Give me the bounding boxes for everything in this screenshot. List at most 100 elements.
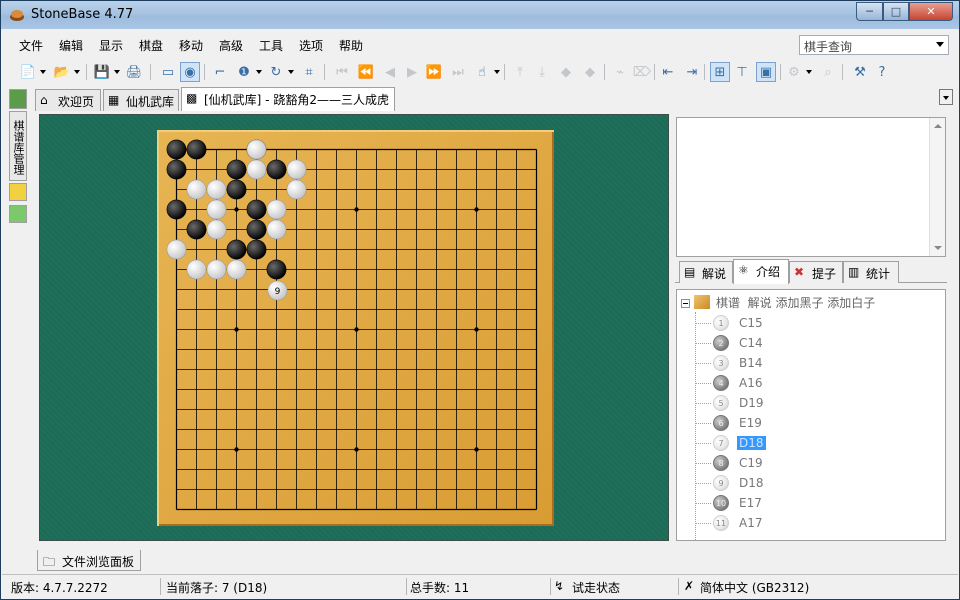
black-stone[interactable] — [186, 139, 207, 160]
black-stone[interactable] — [266, 259, 287, 280]
prev-variation-icon[interactable]: ⤒ — [510, 62, 530, 82]
window-icon[interactable]: ▭ — [158, 62, 178, 82]
close-button[interactable]: ✕ — [909, 2, 953, 21]
back-ten-icon[interactable]: ⏪ — [356, 62, 376, 82]
tree-move-item[interactable]: 11 A17 — [696, 514, 913, 532]
tab-welcome[interactable]: ⌂ 欢迎页 — [35, 89, 101, 111]
board-grid[interactable]: 9 — [157, 130, 554, 526]
black-stone[interactable] — [246, 199, 267, 220]
menu-board[interactable]: 棋盘 — [139, 37, 163, 54]
settings-icon[interactable]: ⚒ — [850, 62, 870, 82]
menu-help[interactable]: 帮助 — [339, 37, 363, 54]
black-stone[interactable] — [226, 179, 247, 200]
move-number-icon[interactable]: ❶ — [234, 62, 254, 82]
tabs-dropdown-button[interactable] — [939, 89, 953, 105]
title-bar[interactable]: StoneBase 4.77 ─ □ ✕ — [1, 1, 959, 29]
menu-options[interactable]: 选项 — [299, 37, 323, 54]
tree-root[interactable]: 棋谱 解说 添加黑子 添加白子 — [681, 294, 875, 312]
tab-database[interactable]: ▦ 仙机武库 — [103, 89, 179, 111]
tab-comment[interactable]: ▤ 解说 — [679, 261, 733, 283]
hand-dropdown-icon[interactable] — [494, 70, 500, 74]
black-stone[interactable] — [186, 219, 207, 240]
print-icon[interactable]: 🖨 — [124, 62, 144, 82]
tree-move-item[interactable]: 2 C14 — [696, 334, 913, 352]
next-variation-icon[interactable]: ⤓ — [532, 62, 552, 82]
new-file-icon[interactable]: 📄 — [18, 62, 38, 82]
black-stone[interactable] — [166, 139, 187, 160]
tab-stats[interactable]: ▥ 统计 — [843, 261, 899, 283]
black-stone[interactable] — [226, 159, 247, 180]
white-stone[interactable] — [226, 259, 247, 280]
open-dropdown-icon[interactable] — [74, 70, 80, 74]
tree-root-actions[interactable]: 解说 添加黑子 添加白子 — [748, 296, 876, 310]
tab-info[interactable]: ⚛ 介绍 — [733, 259, 789, 284]
black-stone[interactable] — [166, 199, 187, 220]
black-stone[interactable] — [246, 239, 267, 260]
white-stone[interactable] — [206, 199, 227, 220]
save-icon[interactable]: 💾 — [92, 62, 112, 82]
menu-move[interactable]: 移动 — [179, 37, 203, 54]
tab-game[interactable]: ▩ [仙机武库] - 跷豁角2——三人成虎 — [181, 87, 395, 111]
black-stone[interactable] — [166, 159, 187, 180]
white-stone[interactable] — [186, 179, 207, 200]
open-folder-icon[interactable]: 📂 — [52, 62, 72, 82]
library-manager-tab[interactable]: 棋谱库管理 — [9, 111, 27, 181]
menu-view[interactable]: 显示 — [99, 37, 123, 54]
black-stone[interactable] — [266, 159, 287, 180]
folder-icon[interactable] — [9, 183, 27, 201]
comment-scrollbar[interactable] — [929, 118, 945, 256]
delete-node-icon[interactable]: ⌦ — [632, 62, 652, 82]
forward-ten-icon[interactable]: ⏩ — [424, 62, 444, 82]
tree-view-icon[interactable]: ⊞ — [710, 62, 730, 82]
stone-display-icon[interactable]: ◉ — [180, 62, 200, 82]
hand-icon[interactable]: ☝ — [472, 62, 492, 82]
new-dropdown-icon[interactable] — [40, 70, 46, 74]
minimize-button[interactable]: ─ — [856, 2, 883, 21]
white-stone[interactable] — [186, 259, 207, 280]
file-browser-tab[interactable]: 🗀 文件浏览面板 — [37, 550, 142, 571]
tree-move-item[interactable]: 5 D19 — [696, 394, 913, 412]
tree-move-item[interactable]: 10 E17 — [696, 494, 913, 512]
white-stone[interactable] — [206, 219, 227, 240]
player-search-select[interactable]: 棋手查询 — [799, 35, 949, 55]
white-stone[interactable] — [206, 179, 227, 200]
collapse-icon[interactable] — [681, 299, 690, 308]
tree-move-item[interactable]: 6 E19 — [696, 414, 913, 432]
search-icon[interactable]: ⌕ — [818, 62, 838, 82]
up-variation-icon[interactable]: ◆ — [556, 62, 576, 82]
menu-edit[interactable]: 编辑 — [59, 37, 83, 54]
white-stone[interactable] — [246, 139, 267, 160]
first-move-icon[interactable]: ⏮ — [332, 62, 352, 82]
black-stone[interactable] — [226, 239, 247, 260]
white-stone[interactable] — [206, 259, 227, 280]
tree-move-item[interactable]: 1 C15 — [696, 314, 913, 332]
menu-advanced[interactable]: 高级 — [219, 37, 243, 54]
move-number-dropdown-icon[interactable] — [256, 70, 262, 74]
back-icon[interactable]: ◀ — [380, 62, 400, 82]
tree-move-item[interactable]: 9 D18 — [696, 474, 913, 492]
go-back-icon[interactable]: ⇤ — [658, 62, 678, 82]
menu-tools[interactable]: 工具 — [259, 37, 283, 54]
tree-move-item[interactable]: 7 D18 — [696, 434, 913, 452]
tree-move-item[interactable]: 8 C19 — [696, 454, 913, 472]
comment-box[interactable] — [676, 117, 946, 257]
scroll-down-icon[interactable] — [934, 246, 942, 250]
help-icon[interactable]: ? — [872, 62, 892, 82]
forward-icon[interactable]: ▶ — [402, 62, 422, 82]
tree-move-item[interactable]: 4 A16 — [696, 374, 913, 392]
scroll-up-icon[interactable] — [934, 124, 942, 128]
tree-layout-icon[interactable]: ⊤ — [732, 62, 752, 82]
panel-icon[interactable]: ▣ — [756, 62, 776, 82]
black-stone[interactable] — [246, 219, 267, 240]
game-tree[interactable]: 棋谱 解说 添加黑子 添加白子 1 C15 2 C14 3 B14 4 A16 5 D19 6 E19… — [676, 289, 946, 541]
white-stone[interactable] — [286, 179, 307, 200]
tree-move-item[interactable]: 3 B14 — [696, 354, 913, 372]
last-move-icon[interactable]: ⏭ — [448, 62, 468, 82]
analysis-dropdown-icon[interactable] — [806, 70, 812, 74]
go-forward-icon[interactable]: ⇥ — [682, 62, 702, 82]
save-dropdown-icon[interactable] — [114, 70, 120, 74]
coordinate-icon[interactable]: ⌐ — [210, 62, 230, 82]
analysis-icon[interactable]: ⚙ — [784, 62, 804, 82]
white-stone[interactable] — [286, 159, 307, 180]
rotate-dropdown-icon[interactable] — [288, 70, 294, 74]
